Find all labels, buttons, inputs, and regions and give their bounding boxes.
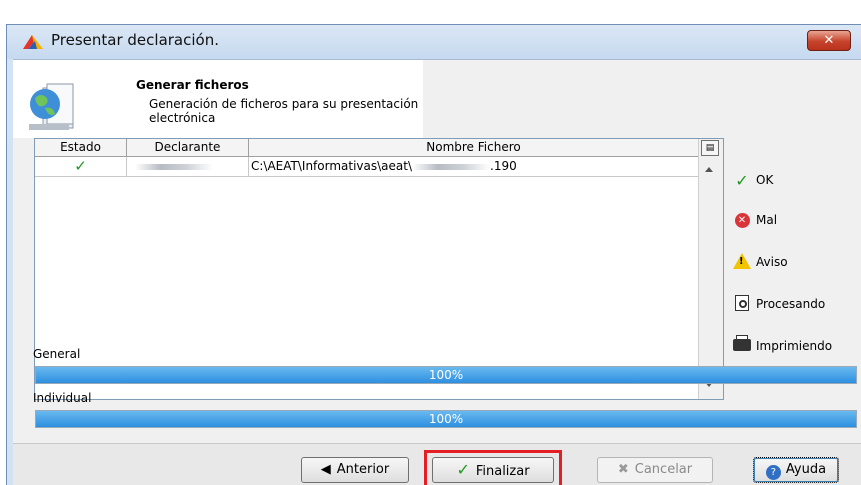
general-progress-text: 100% [428,368,464,382]
finalizar-button[interactable]: ✓ Finalizar [432,457,554,483]
aeat-logo-icon [23,35,43,49]
window-title: Presentar declaración. [51,31,219,49]
general-progress-bar: 100% [35,366,857,384]
redacted-blur [412,163,491,170]
individual-progress-bar: 100% [35,410,857,428]
column-header-estado[interactable]: Estado [35,139,127,157]
dialog-window: Presentar declaración. ✕ Generar fichero… [6,24,861,485]
legend-imprimiendo: Imprimiendo [732,334,832,356]
header-title: Generar ficheros [136,78,249,92]
nombre-fichero-cell: C:\AEAT\Informativas\aeat\ .190 [249,157,698,177]
button-bar: ◀ Anterior ✓ Finalizar ✖ Cancelar ? Ayuda [13,443,861,485]
title-bar[interactable]: Presentar declaración. ✕ [7,25,861,59]
globe-files-icon [29,83,74,130]
arrow-left-icon: ◀ [320,462,331,477]
legend-mal: ✕ Mal [732,210,777,230]
individual-progress-text: 100% [428,412,464,426]
ayuda-button[interactable]: ? Ayuda [753,457,839,483]
check-icon: ✓ [735,170,749,190]
file-path-prefix: C:\AEAT\Informativas\aeat\ [251,159,413,173]
vertical-scrollbar[interactable]: ▤ [698,139,723,399]
legend-ok: ✓ OK [732,170,773,190]
header-subtitle: Generación de ficheros para su presentac… [149,97,419,125]
warning-icon: ! [732,252,752,272]
printer-icon [732,334,752,354]
anterior-button[interactable]: ◀ Anterior [301,457,409,483]
general-progress-label: General [33,347,81,361]
header-panel: Generar ficheros Generación de ficheros … [13,60,423,138]
error-icon: ✕ [732,212,752,228]
file-path-suffix: .190 [490,159,517,173]
cancelar-button[interactable]: ✖ Cancelar [597,457,713,483]
legend-aviso: ! Aviso [732,252,788,272]
help-icon: ? [765,465,781,480]
column-chooser-icon[interactable]: ▤ [701,140,719,156]
declarante-cell [127,157,249,177]
table-header: Estado Declarante Nombre Fichero [35,139,698,157]
check-icon: ✓ [456,460,470,479]
close-button[interactable]: ✕ [807,30,851,51]
scroll-up-arrow-icon[interactable] [705,167,713,172]
check-icon: ✓ [35,157,127,177]
column-header-declarante[interactable]: Declarante [127,139,249,157]
individual-progress-label: Individual [33,391,92,405]
dialog-body: Generar ficheros Generación de ficheros … [13,59,861,485]
column-header-nombre-fichero[interactable]: Nombre Fichero [249,139,698,157]
legend-procesando: Procesando [732,294,825,314]
table-row[interactable]: ✓ C:\AEAT\Informativas\aeat\ .190 [35,157,698,177]
cancel-x-icon: ✖ [617,462,629,477]
files-table: Estado Declarante Nombre Fichero ✓ C:\AE… [34,138,724,400]
redacted-blur [135,163,213,170]
processing-icon [732,294,752,314]
